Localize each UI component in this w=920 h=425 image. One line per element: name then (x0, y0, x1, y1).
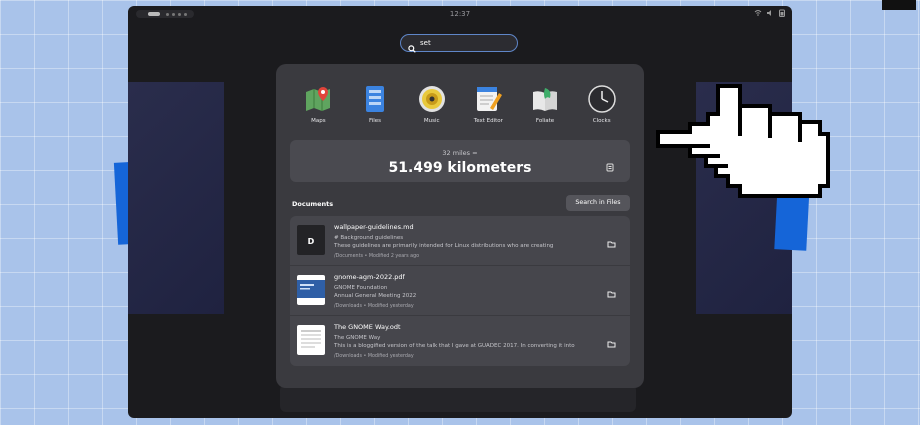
document-result[interactable]: gnome-agm-2022.pdf GNOME Foundation Annu… (290, 266, 630, 316)
document-name: wallpaper-guidelines.md (334, 223, 414, 231)
documents-section-title: Documents (292, 200, 334, 208)
foliate-icon (530, 84, 560, 114)
app-label: Maps (311, 118, 326, 124)
document-snippet: # Background guidelines (334, 235, 404, 241)
app-text-editor[interactable]: Text Editor (460, 84, 517, 124)
battery-icon (778, 9, 786, 17)
app-results: Maps Files Music Text Editor Foliate Clo… (290, 84, 630, 124)
app-label: Text Editor (473, 118, 503, 124)
document-meta: /Downloads • Modified yesterday (334, 354, 414, 359)
document-meta: /Documents • Modified 2 years ago (334, 254, 420, 259)
volume-icon (766, 9, 774, 17)
files-icon (360, 84, 390, 114)
app-label: Files (368, 118, 382, 124)
clocks-icon (587, 84, 617, 114)
odt-thumbnail (297, 325, 325, 355)
search-input[interactable] (420, 37, 510, 49)
app-clocks[interactable]: Clocks (573, 84, 630, 124)
app-files[interactable]: Files (347, 84, 404, 124)
copy-icon[interactable] (606, 157, 614, 172)
open-folder-icon[interactable] (607, 234, 616, 248)
document-result[interactable]: D wallpaper-guidelines.md # Background g… (290, 216, 630, 266)
search-results-panel: Maps Files Music Text Editor Foliate Clo… (276, 64, 644, 388)
app-foliate[interactable]: Foliate (517, 84, 574, 124)
document-snippet: This is a bloggified version of the talk… (334, 343, 575, 349)
brand-logo (882, 0, 916, 10)
app-label: Music (423, 118, 440, 124)
open-folder-icon[interactable] (607, 284, 616, 298)
top-bar: 12:37 (128, 6, 792, 22)
document-name: gnome-agm-2022.pdf (334, 273, 405, 281)
open-folder-icon[interactable] (607, 334, 616, 348)
clock[interactable]: 12:37 (128, 10, 792, 18)
markdown-file-icon: D (297, 225, 325, 255)
calculator-result[interactable]: 32 miles = 51.499 kilometers (290, 140, 630, 182)
app-label: Foliate (535, 118, 555, 124)
document-result[interactable]: The GNOME Way.odt The GNOME Way This is … (290, 316, 630, 365)
calculator-expression: 32 miles = (442, 149, 478, 157)
svg-text:D: D (308, 237, 315, 246)
pdf-thumbnail (297, 275, 325, 305)
pointing-hand-icon (650, 76, 840, 216)
document-snippet: These guidelines are primarily intended … (334, 243, 554, 249)
dock[interactable] (280, 384, 636, 412)
music-icon (417, 84, 447, 114)
background-window-left[interactable] (128, 82, 224, 314)
app-label: Clocks (592, 118, 611, 124)
document-meta: /Downloads • Modified yesterday (334, 304, 414, 309)
document-name: The GNOME Way.odt (334, 323, 401, 331)
system-status-area[interactable] (754, 9, 786, 17)
search-in-files-button[interactable]: Search in Files (566, 195, 630, 211)
app-maps[interactable]: Maps (290, 84, 347, 124)
document-results: D wallpaper-guidelines.md # Background g… (290, 216, 630, 366)
search-bar[interactable] (400, 34, 518, 53)
text-editor-icon (473, 84, 503, 114)
document-snippet: Annual General Meeting 2022 (334, 293, 417, 299)
app-music[interactable]: Music (403, 84, 460, 124)
document-snippet: GNOME Foundation (334, 285, 388, 291)
maps-icon (303, 84, 333, 114)
calculator-value: 51.499 kilometers (388, 160, 532, 176)
wifi-icon (754, 9, 762, 17)
search-icon (408, 38, 416, 57)
document-snippet: The GNOME Way (334, 335, 381, 341)
